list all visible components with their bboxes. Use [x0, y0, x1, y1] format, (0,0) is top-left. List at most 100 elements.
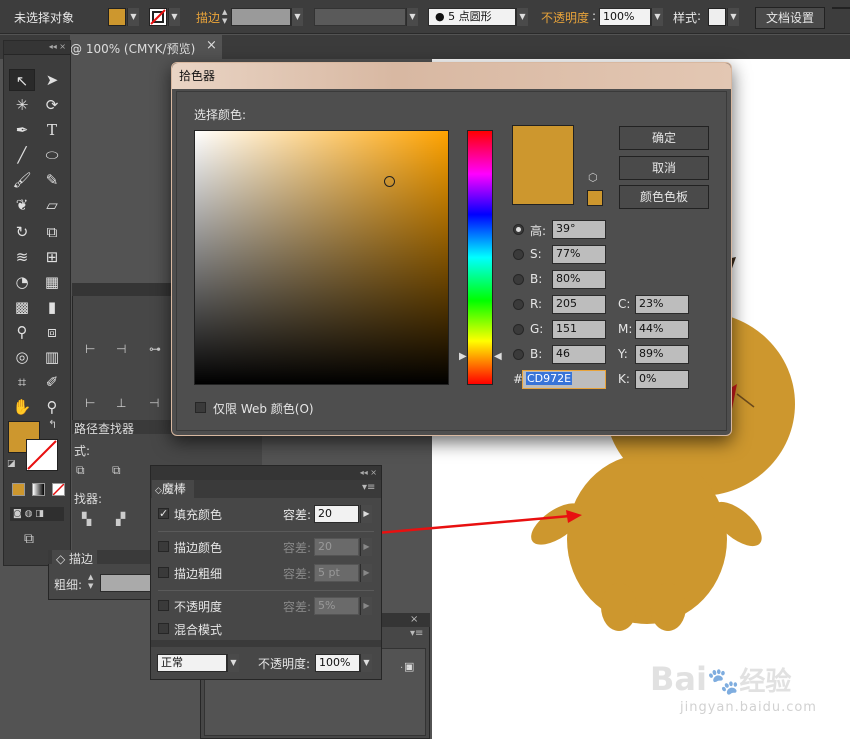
stroke-weight-dropdown-icon[interactable]: ▼: [291, 8, 303, 26]
magic-wand-tool-icon[interactable]: ✳: [9, 94, 35, 116]
unite-icon[interactable]: ⧉: [76, 463, 85, 478]
slice-tool-icon[interactable]: ✐: [39, 371, 65, 393]
direct-selection-tool-icon[interactable]: ➤: [39, 69, 65, 91]
gradient-tool-icon[interactable]: ▮: [39, 296, 65, 318]
bottom-panel-close-icon[interactable]: ×: [410, 614, 418, 625]
green-input[interactable]: 151: [552, 320, 606, 339]
red-input[interactable]: 205: [552, 295, 606, 314]
paintbrush-tool-icon[interactable]: 🖌: [9, 169, 35, 191]
trim-icon[interactable]: ▞: [116, 512, 125, 526]
column-graph-tool-icon[interactable]: ▥: [39, 346, 65, 368]
align-center-icon[interactable]: ⊶: [149, 342, 161, 356]
bottom-panel-menu-icon[interactable]: ▾≡: [410, 628, 423, 639]
rotate-tool-icon[interactable]: ↻: [9, 221, 35, 243]
color-field-cursor-icon[interactable]: [384, 176, 395, 187]
zoom-tool-icon[interactable]: ⚲: [39, 396, 65, 418]
free-transform-tool-icon[interactable]: ⊞: [39, 246, 65, 268]
fill-swatch[interactable]: [108, 8, 126, 26]
fill-tolerance-arrow-icon[interactable]: ▶: [360, 505, 372, 523]
variable-width-profile[interactable]: [314, 8, 406, 26]
web-colors-only-checkbox[interactable]: [195, 402, 206, 413]
saturation-input[interactable]: 77%: [552, 245, 606, 264]
fill-dropdown-icon[interactable]: ▼: [127, 8, 139, 26]
hue-slider-right-handle-icon[interactable]: ◀: [494, 351, 502, 362]
perspective-grid-tool-icon[interactable]: ▦: [39, 271, 65, 293]
blend-tool-icon[interactable]: ⧈: [39, 321, 65, 343]
stroke-color-checkbox[interactable]: [158, 541, 169, 552]
width-tool-icon[interactable]: ≋: [9, 246, 35, 268]
blend-mode-select[interactable]: 正常: [157, 654, 227, 672]
panel-opacity-dropdown-icon[interactable]: ▼: [360, 654, 372, 672]
out-of-gamut-swatch[interactable]: [587, 190, 603, 206]
style-swatch[interactable]: [708, 8, 726, 26]
document-close-icon[interactable]: ×: [206, 38, 217, 53]
black-input[interactable]: 0%: [635, 370, 689, 389]
panel-opacity-input[interactable]: 100%: [315, 654, 360, 672]
ok-button[interactable]: 确定: [619, 126, 709, 150]
drawing-modes-icon[interactable]: ◙ ◍ ◨: [10, 507, 64, 521]
shape-builder-tool-icon[interactable]: ◔: [9, 271, 35, 293]
hue-input[interactable]: 39°: [552, 220, 606, 239]
minus-front-icon[interactable]: ⧉: [112, 463, 121, 478]
stroke-swatch[interactable]: [149, 8, 167, 26]
magic-wand-menu-icon[interactable]: ▾≡: [362, 482, 375, 493]
symbol-sprayer-tool-icon[interactable]: ◎: [9, 346, 35, 368]
blend-mode-checkbox[interactable]: [158, 623, 169, 634]
blob-brush-tool-icon[interactable]: ❦: [9, 194, 35, 216]
lasso-tool-icon[interactable]: ⟳: [39, 94, 65, 116]
brush-definition[interactable]: ● 5 点圆形: [428, 8, 516, 26]
selection-tool-icon[interactable]: ↖: [9, 69, 35, 91]
red-radio[interactable]: [513, 299, 524, 310]
align-right-icon[interactable]: ⊣: [116, 342, 126, 356]
screen-mode-icon[interactable]: ⧉: [24, 531, 34, 547]
pencil-tool-icon[interactable]: ✎: [39, 169, 65, 191]
type-tool-icon[interactable]: T: [39, 119, 65, 141]
style-dropdown-icon[interactable]: ▼: [727, 8, 739, 26]
mesh-tool-icon[interactable]: ▩: [9, 296, 35, 318]
pen-tool-icon[interactable]: ✒: [9, 119, 35, 141]
blend-mode-dropdown-icon[interactable]: ▼: [227, 654, 239, 672]
opacity-dropdown-icon[interactable]: ▼: [651, 8, 663, 26]
divide-icon[interactable]: ▚: [82, 512, 91, 526]
stroke-weight-stepper[interactable]: ▲ ▼: [88, 573, 98, 591]
brightness-radio[interactable]: [513, 274, 524, 285]
document-setup-button[interactable]: 文档设置: [755, 7, 825, 29]
distribute-left-icon[interactable]: ⊢: [85, 396, 95, 410]
distribute-right-icon[interactable]: ⊣: [149, 396, 159, 410]
eyedropper-tool-icon[interactable]: ⚲: [9, 321, 35, 343]
stroke-color-box[interactable]: [26, 439, 58, 471]
gradient-mode-icon[interactable]: [32, 483, 45, 496]
opacity-label[interactable]: 不透明度: [541, 9, 589, 26]
stroke-weight-checkbox[interactable]: [158, 567, 169, 578]
stroke-weight-field[interactable]: [100, 574, 152, 592]
swap-fill-stroke-icon[interactable]: ↰: [48, 418, 57, 431]
hue-slider-left-handle-icon[interactable]: ▶: [459, 351, 467, 362]
hue-radio[interactable]: [513, 224, 524, 235]
ellipse-tool-icon[interactable]: ⬭: [39, 144, 65, 166]
stroke-weight-input[interactable]: [231, 8, 291, 26]
color-swatches-button[interactable]: 颜色色板: [619, 185, 709, 209]
hex-input[interactable]: CD972E: [522, 370, 606, 389]
opacity-input[interactable]: 100%: [599, 8, 651, 26]
fill-color-checkbox[interactable]: ✓: [158, 508, 169, 519]
magenta-input[interactable]: 44%: [635, 320, 689, 339]
align-left-icon[interactable]: ⊢: [85, 342, 95, 356]
hand-tool-icon[interactable]: ✋: [9, 396, 35, 418]
hue-slider[interactable]: [467, 130, 493, 385]
opacity-checkbox[interactable]: [158, 600, 169, 611]
artboard-tool-icon[interactable]: ⌗: [9, 371, 35, 393]
line-tool-icon[interactable]: ╱: [9, 144, 35, 166]
cancel-button[interactable]: 取消: [619, 156, 709, 180]
brightness-input[interactable]: 80%: [552, 270, 606, 289]
none-mode-icon[interactable]: [52, 483, 65, 496]
green-radio[interactable]: [513, 324, 524, 335]
saturation-radio[interactable]: [513, 249, 524, 260]
more-icon[interactable]: . .: [400, 660, 410, 671]
out-of-gamut-cube-icon[interactable]: ⬡: [588, 171, 598, 184]
color-field[interactable]: [194, 130, 449, 385]
magic-wand-tab[interactable]: ◇魔棒: [152, 480, 194, 498]
scale-tool-icon[interactable]: ⧉: [39, 221, 65, 243]
cyan-input[interactable]: 23%: [635, 295, 689, 314]
brush-dropdown-icon[interactable]: ▼: [516, 8, 528, 26]
distribute-center-icon[interactable]: ⊥: [116, 396, 126, 410]
